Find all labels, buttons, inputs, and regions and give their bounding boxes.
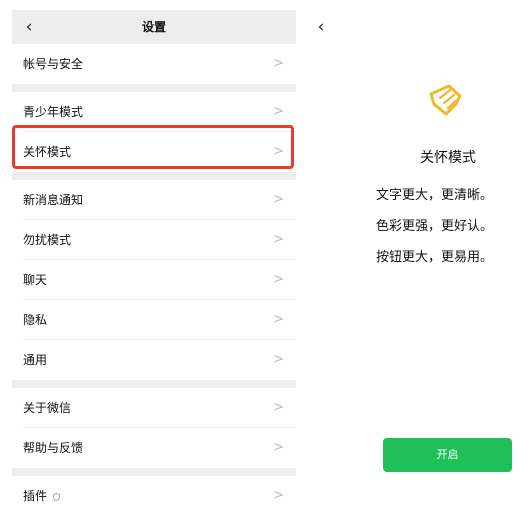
section-divider [12, 468, 296, 476]
chevron-right-icon: > [273, 232, 284, 247]
chevron-right-icon: > [273, 272, 284, 287]
settings-item-label: 关怀模式 [23, 145, 72, 159]
chevron-right-icon: > [273, 104, 284, 119]
chevron-right-icon: > [273, 56, 284, 71]
settings-item-general[interactable]: 通用 > [12, 340, 296, 380]
settings-item-label: 帐号与安全 [23, 57, 84, 71]
settings-item-label: 青少年模式 [23, 105, 84, 119]
chevron-right-icon: > [273, 192, 284, 207]
page-title: 设置 [141, 20, 166, 34]
settings-item-label: 新消息通知 [23, 193, 84, 207]
settings-item-label: 帮助与反馈 [23, 441, 84, 455]
enable-button[interactable]: 开启 [383, 438, 512, 472]
care-mode-icon [429, 84, 462, 116]
settings-item-account-security[interactable]: 帐号与安全 > [12, 44, 296, 84]
settings-item-youth-mode[interactable]: 青少年模式 > [12, 92, 296, 132]
shield-icon [53, 492, 60, 501]
section-divider [12, 380, 296, 388]
settings-item-label: 插件 [23, 476, 60, 516]
chevron-right-icon: > [273, 488, 284, 503]
settings-item-chat[interactable]: 聊天 > [12, 260, 296, 300]
settings-item-do-not-disturb[interactable]: 勿扰模式 > [12, 220, 296, 260]
settings-item-help-feedback[interactable]: 帮助与反馈 > [12, 428, 296, 468]
settings-item-privacy[interactable]: 隐私 > [12, 300, 296, 340]
care-mode-panel: ‹ 关怀模式 文字更大，更清晰。 色彩更强，更好认。 按钮更大，更易用。 开启 [306, 10, 529, 513]
chevron-right-icon: > [273, 400, 284, 415]
section-divider [12, 172, 296, 180]
settings-header: ‹ 设置 [12, 10, 296, 44]
settings-item-plugins[interactable]: 插件 > [12, 476, 296, 516]
settings-item-label: 聊天 [23, 273, 48, 287]
care-mode-desc-3: 按钮更大，更易用。 [376, 250, 494, 265]
settings-item-label: 勿扰模式 [23, 233, 72, 247]
chevron-right-icon: > [273, 312, 284, 327]
chevron-right-icon: > [273, 144, 284, 159]
care-mode-desc-1: 文字更大，更清晰。 [376, 188, 494, 203]
settings-panel: ‹ 设置 帐号与安全 > 青少年模式 > 关怀模式 > 新消息通知 > 勿扰模式… [12, 10, 296, 516]
back-arrow-icon[interactable]: ‹ [312, 17, 330, 37]
chevron-right-icon: > [273, 440, 284, 455]
care-mode-title: 关怀模式 [420, 150, 476, 166]
section-divider [12, 84, 296, 92]
settings-item-about[interactable]: 关于微信 > [12, 388, 296, 428]
chevron-right-icon: > [273, 352, 284, 367]
settings-item-label: 隐私 [23, 313, 48, 327]
settings-item-label: 通用 [23, 353, 48, 367]
settings-item-care-mode[interactable]: 关怀模式 > [12, 132, 296, 172]
plugins-label-text: 插件 [23, 489, 48, 503]
settings-item-notifications[interactable]: 新消息通知 > [12, 180, 296, 220]
settings-item-label: 关于微信 [23, 401, 72, 415]
care-mode-desc-2: 色彩更强，更好认。 [376, 219, 494, 234]
